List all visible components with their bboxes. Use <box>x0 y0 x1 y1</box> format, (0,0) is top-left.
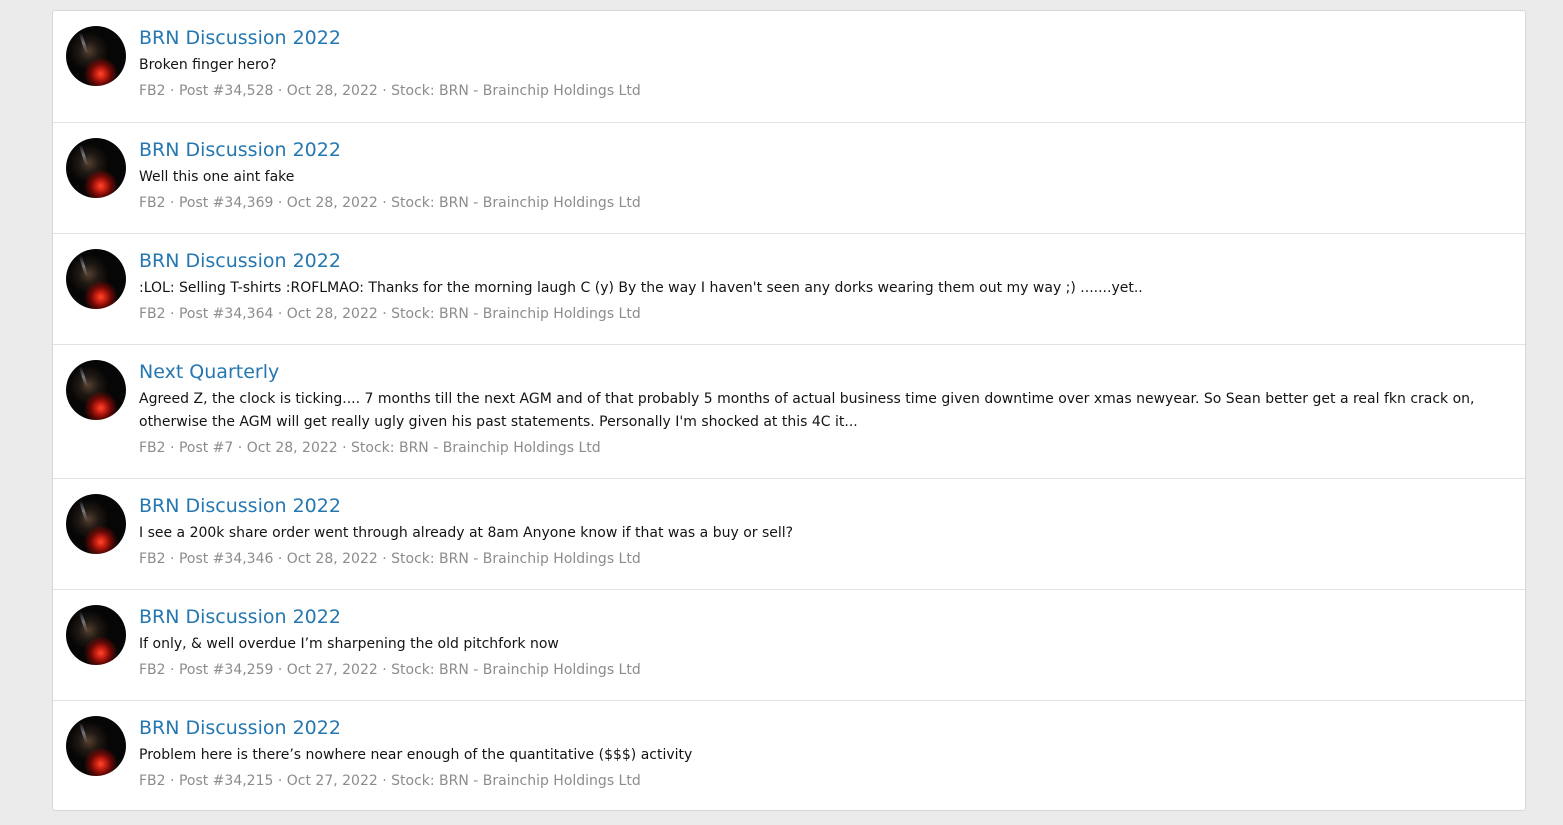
meta-separator: · <box>165 773 179 789</box>
author-link[interactable]: FB2 <box>139 306 166 322</box>
meta-separator: · <box>165 551 179 567</box>
meta-separator: · <box>233 440 247 456</box>
post-snippet[interactable]: If only, & well overdue I’m sharpening t… <box>139 633 1511 656</box>
user-avatar[interactable] <box>66 249 126 309</box>
search-result: BRN Discussion 2022 I see a 200k share o… <box>53 478 1525 589</box>
post-snippet[interactable]: Problem here is there’s nowhere near eno… <box>139 744 1511 767</box>
forum-link[interactable]: Stock: BRN - Brainchip Holdings Ltd <box>391 195 641 211</box>
post-date: Oct 28, 2022 <box>286 195 378 211</box>
post-number: Post #34,528 <box>178 83 274 99</box>
author-link[interactable]: FB2 <box>139 662 166 678</box>
post-meta: FB2 · Post #34,259 · Oct 27, 2022 · Stoc… <box>139 660 1511 680</box>
post-meta: FB2 · Post #34,369 · Oct 28, 2022 · Stoc… <box>139 193 1511 213</box>
meta-separator: · <box>165 195 179 211</box>
search-result: Next Quarterly Agreed Z, the clock is ti… <box>53 344 1525 478</box>
meta-separator: · <box>377 306 392 322</box>
result-content: BRN Discussion 2022 I see a 200k share o… <box>139 493 1511 589</box>
meta-separator: · <box>165 662 179 678</box>
meta-separator: · <box>273 306 287 322</box>
search-result: BRN Discussion 2022 Well this one aint f… <box>53 122 1525 233</box>
thread-title-link[interactable]: BRN Discussion 2022 <box>139 138 341 162</box>
post-date: Oct 28, 2022 <box>286 306 378 322</box>
forum-link[interactable]: Stock: BRN - Brainchip Holdings Ltd <box>391 306 641 322</box>
result-content: Next Quarterly Agreed Z, the clock is ti… <box>139 359 1511 478</box>
post-meta: FB2 · Post #34,346 · Oct 28, 2022 · Stoc… <box>139 549 1511 569</box>
search-result: BRN Discussion 2022 :LOL: Selling T-shir… <box>53 233 1525 344</box>
post-date: Oct 28, 2022 <box>286 551 378 567</box>
meta-separator: · <box>273 773 287 789</box>
author-link[interactable]: FB2 <box>139 83 166 99</box>
meta-separator: · <box>377 551 392 567</box>
user-avatar[interactable] <box>66 716 126 776</box>
meta-separator: · <box>377 662 392 678</box>
thread-title-link[interactable]: BRN Discussion 2022 <box>139 605 341 629</box>
search-results-list: BRN Discussion 2022 Broken finger hero? … <box>52 10 1526 811</box>
meta-separator: · <box>377 195 392 211</box>
result-content: BRN Discussion 2022 :LOL: Selling T-shir… <box>139 248 1511 344</box>
post-meta: FB2 · Post #34,528 · Oct 28, 2022 · Stoc… <box>139 81 1511 101</box>
search-result: BRN Discussion 2022 Problem here is ther… <box>53 700 1525 810</box>
post-date: Oct 28, 2022 <box>286 83 378 99</box>
search-result: BRN Discussion 2022 Broken finger hero? … <box>53 11 1525 122</box>
meta-separator: · <box>377 83 392 99</box>
post-snippet[interactable]: :LOL: Selling T-shirts :ROFLMAO: Thanks … <box>139 277 1511 300</box>
meta-separator: · <box>165 306 179 322</box>
post-meta: FB2 · Post #7 · Oct 28, 2022 · Stock: BR… <box>139 438 1511 458</box>
post-meta: FB2 · Post #34,364 · Oct 28, 2022 · Stoc… <box>139 304 1511 324</box>
post-number: Post #34,346 <box>178 551 274 567</box>
meta-separator: · <box>273 195 287 211</box>
meta-separator: · <box>273 83 287 99</box>
post-snippet[interactable]: Broken finger hero? <box>139 54 1511 77</box>
result-content: BRN Discussion 2022 If only, & well over… <box>139 604 1511 700</box>
author-link[interactable]: FB2 <box>139 773 166 789</box>
forum-link[interactable]: Stock: BRN - Brainchip Holdings Ltd <box>391 773 641 789</box>
post-number: Post #34,369 <box>178 195 274 211</box>
result-content: BRN Discussion 2022 Well this one aint f… <box>139 137 1511 233</box>
post-snippet[interactable]: I see a 200k share order went through al… <box>139 522 1511 545</box>
user-avatar[interactable] <box>66 494 126 554</box>
forum-link[interactable]: Stock: BRN - Brainchip Holdings Ltd <box>391 551 641 567</box>
meta-separator: · <box>337 440 352 456</box>
user-avatar[interactable] <box>66 605 126 665</box>
thread-title-link[interactable]: BRN Discussion 2022 <box>139 716 341 740</box>
meta-separator: · <box>273 551 287 567</box>
forum-link[interactable]: Stock: BRN - Brainchip Holdings Ltd <box>391 662 641 678</box>
meta-separator: · <box>165 83 179 99</box>
user-avatar[interactable] <box>66 138 126 198</box>
thread-title-link[interactable]: BRN Discussion 2022 <box>139 249 341 273</box>
post-date: Oct 28, 2022 <box>246 440 338 456</box>
result-content: BRN Discussion 2022 Broken finger hero? … <box>139 25 1511 122</box>
post-date: Oct 27, 2022 <box>286 773 378 789</box>
meta-separator: · <box>273 662 287 678</box>
post-snippet[interactable]: Agreed Z, the clock is ticking.... 7 mon… <box>139 388 1511 434</box>
result-content: BRN Discussion 2022 Problem here is ther… <box>139 715 1511 810</box>
forum-link[interactable]: Stock: BRN - Brainchip Holdings Ltd <box>391 83 641 99</box>
user-avatar[interactable] <box>66 360 126 420</box>
forum-link[interactable]: Stock: BRN - Brainchip Holdings Ltd <box>351 440 601 456</box>
thread-title-link[interactable]: Next Quarterly <box>139 360 279 384</box>
author-link[interactable]: FB2 <box>139 440 166 456</box>
search-result: BRN Discussion 2022 If only, & well over… <box>53 589 1525 700</box>
post-meta: FB2 · Post #34,215 · Oct 27, 2022 · Stoc… <box>139 771 1511 791</box>
author-link[interactable]: FB2 <box>139 551 166 567</box>
thread-title-link[interactable]: BRN Discussion 2022 <box>139 494 341 518</box>
post-snippet[interactable]: Well this one aint fake <box>139 166 1511 189</box>
meta-separator: · <box>165 440 179 456</box>
thread-title-link[interactable]: BRN Discussion 2022 <box>139 26 341 50</box>
post-number: Post #34,364 <box>178 306 274 322</box>
post-number: Post #34,215 <box>178 773 274 789</box>
post-number: Post #7 <box>178 440 234 456</box>
post-number: Post #34,259 <box>178 662 274 678</box>
author-link[interactable]: FB2 <box>139 195 166 211</box>
user-avatar[interactable] <box>66 26 126 86</box>
post-date: Oct 27, 2022 <box>286 662 378 678</box>
meta-separator: · <box>377 773 392 789</box>
